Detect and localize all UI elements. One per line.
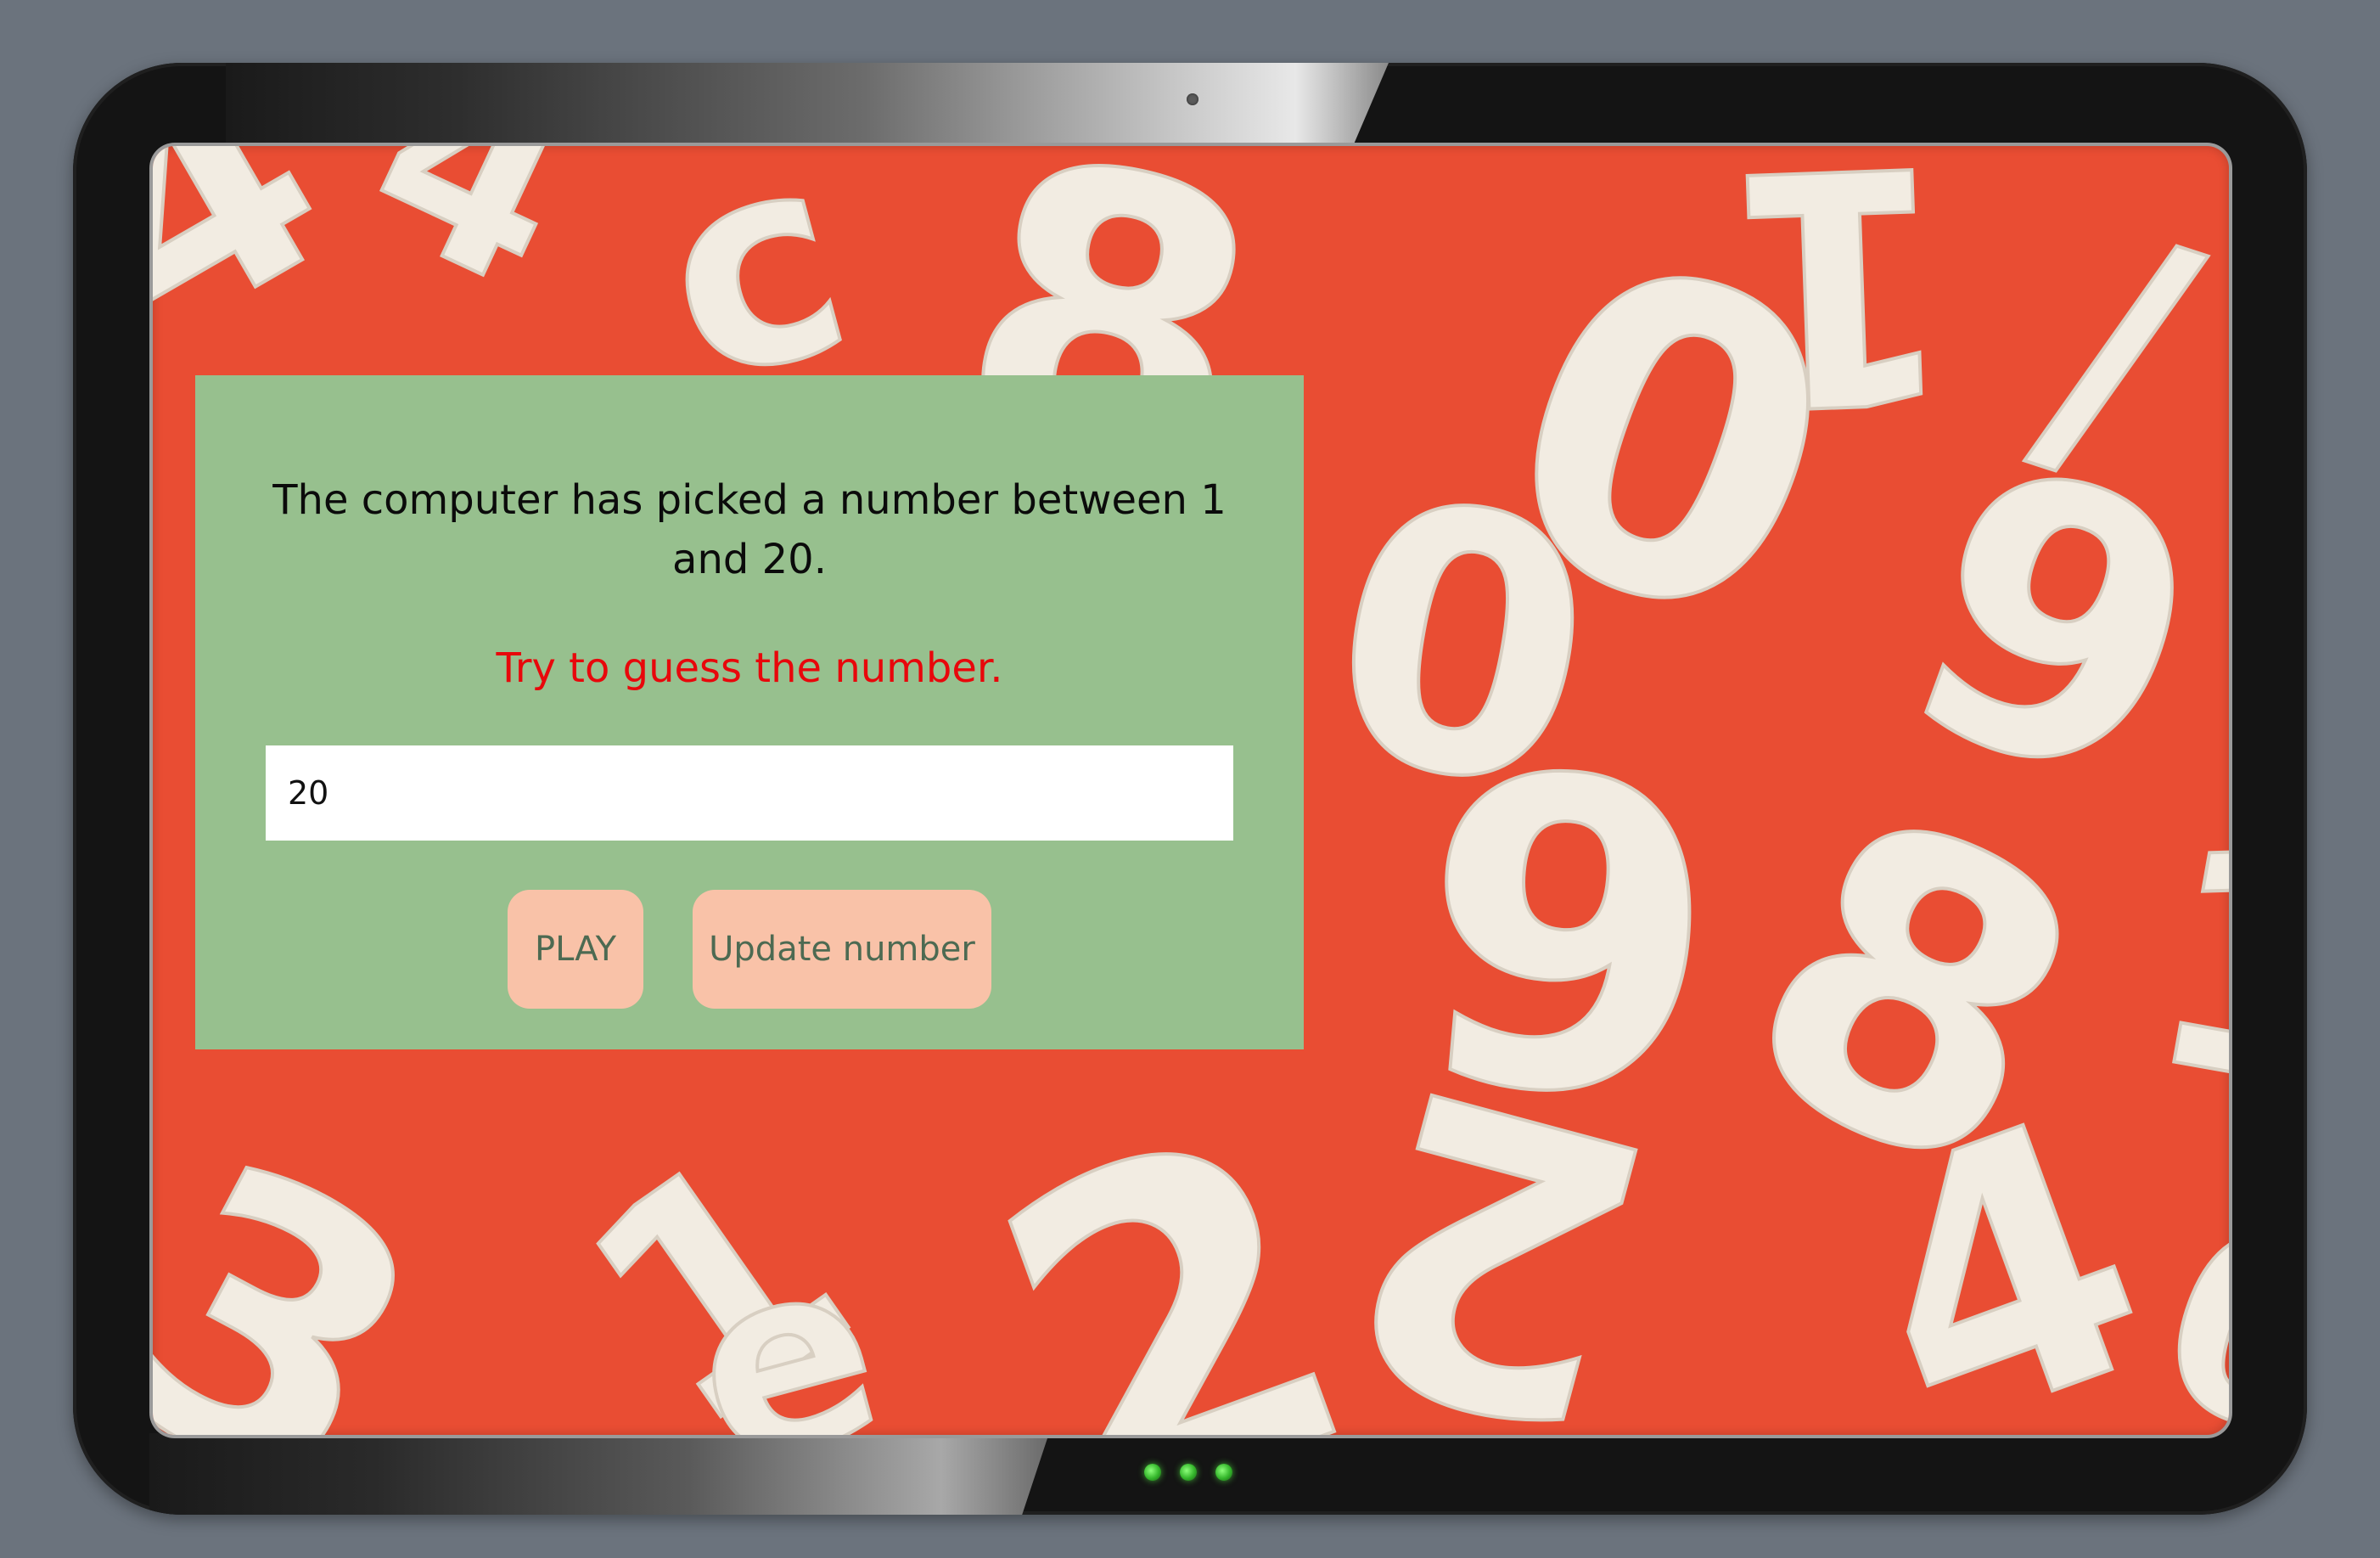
svg-text:2: 2 xyxy=(1302,995,1690,1435)
game-panel: The computer has picked a number between… xyxy=(195,375,1304,1049)
button-row: PLAY Update number xyxy=(195,890,1304,1009)
screen: 4 4 c 8 0 1 / 6 0 6 8 1 3 1 2 2 4 e 0 Th… xyxy=(153,146,2229,1435)
svg-text:1: 1 xyxy=(2126,776,2229,1163)
status-led-icon xyxy=(1215,1464,1232,1481)
play-button[interactable]: PLAY xyxy=(508,890,643,1009)
intro-text: The computer has picked a number between… xyxy=(272,476,1226,583)
svg-text:3: 3 xyxy=(153,1079,481,1435)
status-leds xyxy=(1144,1464,1232,1481)
status-led-icon xyxy=(1144,1464,1161,1481)
bezel-glare-top xyxy=(226,63,1389,144)
camera-icon xyxy=(1187,93,1198,105)
guess-input[interactable] xyxy=(266,745,1233,841)
bezel-glare-bottom xyxy=(149,1433,1049,1515)
hint-text: Try to guess the number. xyxy=(496,644,1003,692)
update-number-button[interactable]: Update number xyxy=(693,890,991,1009)
status-led-icon xyxy=(1180,1464,1197,1481)
svg-text:1: 1 xyxy=(1722,146,1960,476)
svg-text:4: 4 xyxy=(332,146,618,346)
tablet-frame: 4 4 c 8 0 1 / 6 0 6 8 1 3 1 2 2 4 e 0 Th… xyxy=(73,63,2307,1515)
